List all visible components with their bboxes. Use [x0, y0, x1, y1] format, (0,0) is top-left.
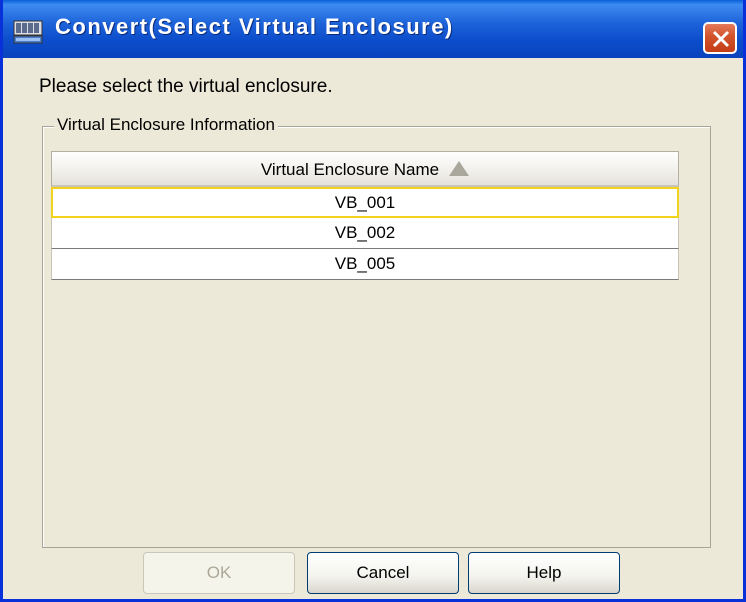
- help-button[interactable]: Help: [468, 552, 620, 594]
- sort-ascending-icon: [449, 161, 470, 176]
- table-cell: VB_002: [334, 223, 396, 242]
- column-header-virtual-enclosure-name[interactable]: Virtual Enclosure Name: [51, 151, 679, 187]
- dialog-window: Convert(Select Virtual Enclosure) Please…: [0, 0, 746, 602]
- groupbox-label: Virtual Enclosure Information: [54, 115, 278, 135]
- cancel-button[interactable]: Cancel: [307, 552, 459, 594]
- table-row[interactable]: VB_002: [51, 218, 679, 249]
- instruction-text: Please select the virtual enclosure.: [39, 76, 333, 97]
- table-row[interactable]: VB_005: [51, 249, 679, 280]
- column-header-label: Virtual Enclosure Name: [260, 160, 440, 179]
- storage-enclosure-icon: [13, 20, 43, 44]
- ok-button[interactable]: OK: [143, 552, 295, 594]
- table-row[interactable]: VB_001: [51, 187, 679, 218]
- close-button[interactable]: [703, 22, 737, 54]
- close-icon: [712, 30, 730, 48]
- window-title: Convert(Select Virtual Enclosure): [55, 14, 454, 39]
- table-cell: VB_005: [334, 254, 396, 273]
- virtual-enclosure-table: Virtual Enclosure Name VB_001 VB_002 VB_…: [51, 151, 679, 280]
- title-bar[interactable]: Convert(Select Virtual Enclosure): [3, 0, 743, 58]
- table-cell: VB_001: [334, 193, 396, 212]
